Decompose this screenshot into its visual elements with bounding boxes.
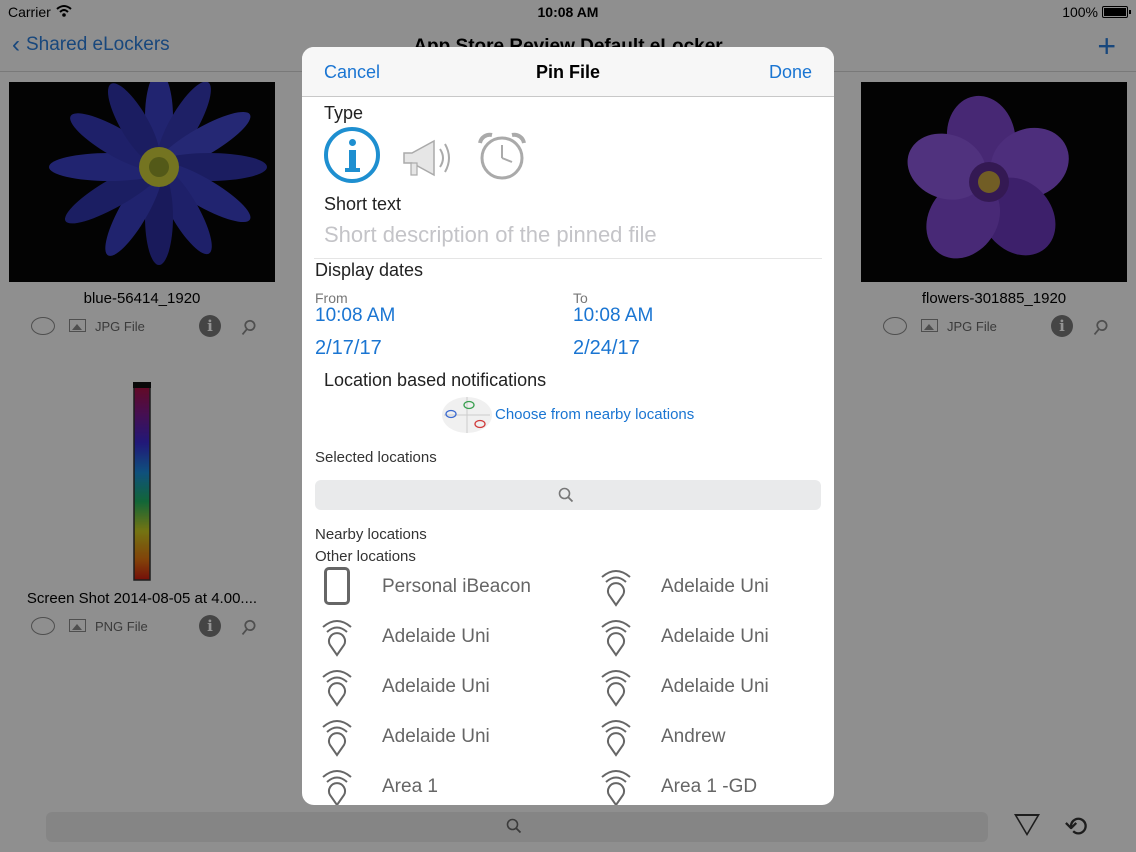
phone-icon	[324, 567, 350, 605]
done-button[interactable]: Done	[769, 62, 812, 83]
sheet-header: Cancel Pin File Done	[302, 47, 834, 97]
location-item[interactable]: Adelaide Uni	[320, 665, 490, 709]
beacon-icon	[601, 670, 631, 707]
location-name: Adelaide Uni	[661, 626, 769, 647]
location-item[interactable]: Adelaide Uni	[320, 715, 490, 759]
nearby-locations-label: Nearby locations	[315, 526, 427, 543]
location-search-input[interactable]	[315, 480, 821, 510]
location-item[interactable]: Area 1	[320, 765, 438, 805]
pin-file-sheet: Cancel Pin File Done Type Short text Sho…	[302, 47, 834, 805]
short-text-input[interactable]: Short description of the pinned file	[324, 222, 657, 248]
beacon-icon	[322, 620, 352, 657]
location-name: Andrew	[661, 726, 726, 747]
from-time-button[interactable]: 10:08 AM	[315, 305, 395, 327]
other-locations-label: Other locations	[315, 548, 416, 565]
from-date-button[interactable]: 2/17/17	[315, 337, 382, 360]
location-name: Adelaide Uni	[382, 626, 490, 647]
selected-locations-label: Selected locations	[315, 449, 437, 466]
map-locations-icon	[442, 397, 492, 433]
location-name: Area 1 -GD	[661, 776, 758, 797]
alarm-clock-icon[interactable]	[474, 131, 530, 181]
display-dates-label: Display dates	[315, 260, 424, 280]
beacon-icon	[322, 720, 352, 757]
location-item[interactable]: Area 1 -GD	[599, 765, 757, 805]
megaphone-icon[interactable]	[400, 133, 456, 181]
to-date-button[interactable]: 2/24/17	[573, 337, 640, 360]
location-item[interactable]: Adelaide Uni	[599, 565, 769, 609]
beacon-icon	[601, 570, 631, 607]
beacon-icon	[322, 770, 352, 805]
beacon-icon	[322, 670, 352, 707]
location-name: Adelaide Uni	[661, 676, 769, 697]
location-item[interactable]: Adelaide Uni	[599, 615, 769, 659]
location-item[interactable]: Adelaide Uni	[320, 615, 490, 659]
sheet-title: Pin File	[535, 62, 600, 82]
location-item[interactable]: Adelaide Uni	[599, 665, 769, 709]
search-icon	[558, 487, 574, 503]
beacon-icon	[601, 720, 631, 757]
location-item[interactable]: Andrew	[599, 715, 725, 759]
beacon-icon	[601, 770, 631, 805]
location-name: Adelaide Uni	[382, 726, 490, 747]
short-text-label: Short text	[324, 194, 402, 214]
type-label: Type	[324, 103, 364, 123]
location-name: Personal iBeacon	[382, 576, 531, 597]
location-item[interactable]: Personal iBeacon	[320, 565, 531, 609]
info-type-icon[interactable]	[324, 127, 380, 183]
location-name: Area 1	[382, 776, 438, 797]
to-time-button[interactable]: 10:08 AM	[573, 305, 653, 327]
choose-nearby-button[interactable]: Choose from nearby locations	[440, 393, 700, 435]
beacon-icon	[601, 620, 631, 657]
location-notifications-label: Location based notifications	[324, 370, 547, 390]
from-label: From	[315, 290, 348, 306]
choose-nearby-label: Choose from nearby locations	[495, 405, 695, 423]
location-name: Adelaide Uni	[661, 576, 769, 597]
to-label: To	[573, 290, 588, 306]
location-name: Adelaide Uni	[382, 676, 490, 697]
